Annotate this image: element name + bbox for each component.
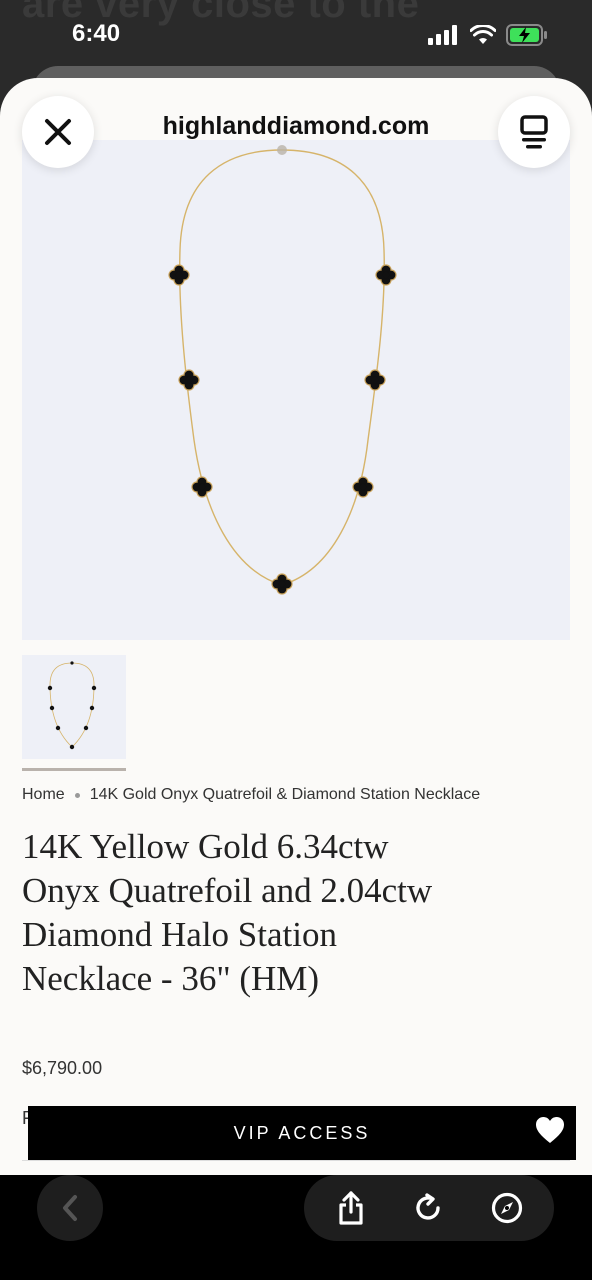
status-bar: 6:40 [0, 0, 592, 70]
share-icon [339, 1191, 363, 1225]
breadcrumb-separator [74, 792, 80, 798]
reload-button[interactable] [405, 1184, 453, 1232]
product-thumbnail[interactable] [22, 655, 126, 759]
reader-menu-icon [520, 115, 548, 149]
status-time: 6:40 [72, 20, 121, 47]
reload-icon [416, 1193, 440, 1220]
necklace-image [168, 145, 397, 595]
browser-sheet: highlanddiamond.com Home 14K Gold Onyx Q… [0, 78, 592, 1175]
compass-button[interactable] [483, 1184, 531, 1232]
toolbar-pill [304, 1175, 554, 1241]
product-image[interactable] [22, 140, 570, 640]
wishlist-button[interactable] [520, 1100, 580, 1160]
thumbnail-image [47, 661, 97, 750]
breadcrumb-current: 14K Gold Onyx Quatrefoil & Diamond Stati… [89, 786, 481, 803]
status-icons [428, 24, 548, 46]
breadcrumb-home[interactable]: Home [22, 786, 65, 804]
product-price: $6,790.00 [22, 1058, 103, 1078]
safari-toolbar [0, 1175, 592, 1280]
battery-charging-icon [506, 24, 547, 46]
signal-icon [428, 25, 457, 45]
wifi-icon [470, 25, 496, 44]
vip-access-button[interactable]: VIP ACCESS [28, 1106, 576, 1160]
chevron-left-icon [63, 1195, 77, 1221]
share-button[interactable] [327, 1184, 375, 1232]
breadcrumb: Home 14K Gold Onyx Quatrefoil & Diamond … [22, 786, 480, 804]
thumbnail-selected-indicator [22, 768, 126, 771]
heart-icon [536, 1117, 564, 1143]
divider [22, 1160, 570, 1161]
reader-menu-button[interactable] [498, 96, 570, 168]
product-title: 14K Yellow Gold 6.34ctw Onyx Quatrefoil … [22, 827, 433, 998]
compass-icon [491, 1192, 523, 1224]
back-button[interactable] [37, 1175, 103, 1241]
